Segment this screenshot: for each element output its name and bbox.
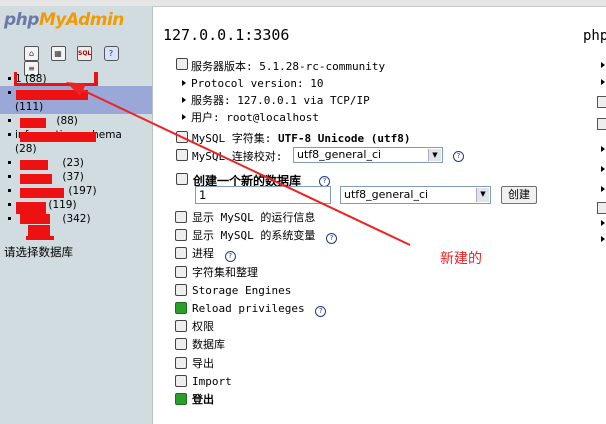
annotation-arrow bbox=[66, 82, 411, 246]
